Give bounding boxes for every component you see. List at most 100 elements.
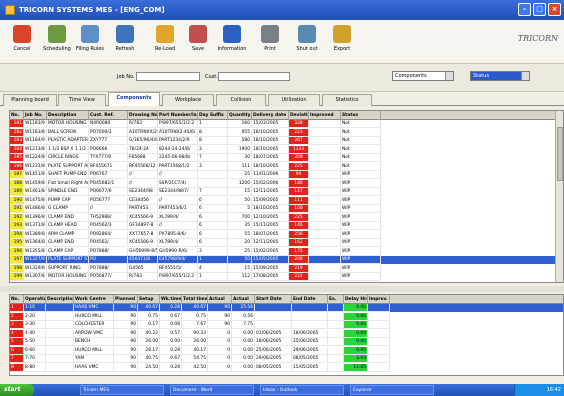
tab-workplace[interactable]: Workplace [162, 94, 214, 106]
maximize-button[interactable]: □ [533, 3, 546, 16]
vertical-scrollbar[interactable] [555, 111, 563, 282]
column-header[interactable]: Description [46, 295, 74, 304]
scroll-thumb[interactable] [557, 127, 563, 181]
toolbar-button-refresh[interactable]: Refresh [107, 23, 143, 61]
cust-filter-input[interactable] [218, 72, 290, 81]
column-header[interactable]: Delivery date [252, 111, 289, 120]
column-header[interactable]: Planned [114, 295, 138, 304]
tab-utilization[interactable]: Utilization [268, 94, 320, 106]
job-filter-input[interactable] [136, 72, 200, 81]
column-header[interactable]: No. [10, 111, 24, 120]
view-select[interactable]: Components [392, 71, 454, 81]
table-row[interactable]: 192 W1396/8 CLAMP END TH52988/XC45566-9 XL78… [10, 213, 563, 222]
close-button[interactable]: × [548, 3, 561, 16]
table-row[interactable]: 183W1184/9PLASTIC ADAPTER ARMZXY777G/365… [10, 137, 563, 145]
table-row[interactable]: 186W1231/8PLATE SUPPORT ARMBF455671BF455… [10, 162, 563, 171]
column-header[interactable]: Description [47, 111, 89, 120]
toolbar-button-scheduling[interactable]: Scheduling [39, 23, 75, 61]
column-header[interactable]: Actual [232, 295, 255, 304]
taskbar-item[interactable]: Document - Word [170, 385, 254, 395]
table-row[interactable]: 4 4-40 ARROW VMC 90 40.22 0.57 90.33 0 0.00 01/06… [10, 329, 563, 338]
column-header[interactable]: Day Suffix [198, 111, 228, 120]
table-row[interactable]: 198 W1329/8 SUPPORT RING PO7888/G4565 BF4555… [10, 264, 563, 273]
table-row[interactable]: 5 5-50 BENCH 90 26.00 0.00 26.00 0 0.00 18/06/200… [10, 338, 563, 346]
table-cell: TH52988/ [89, 213, 128, 222]
column-header[interactable]: Setup [138, 295, 160, 304]
table-row[interactable]: 197W1327/9PLATE SUPPORT STRAPPO456471/8E… [10, 256, 563, 264]
table-row[interactable]: 181 W1183/9 MOTOR HOUSING N4R0080 R/783 P/897… [10, 120, 563, 128]
column-header[interactable]: End Date [292, 295, 328, 304]
column-header[interactable]: Improved [309, 111, 341, 120]
start-button[interactable]: start [0, 384, 34, 396]
table-row[interactable]: 190 W1475/8 PUMP CAP PO56777 CE34456//6 50 15/… [10, 196, 563, 205]
taskbar-item[interactable]: Tricorn MES [80, 385, 164, 395]
table-row[interactable]: 3 3-30 COLCHESTER 90 0.17 0.08 7.67 90 7.75 0.00 [10, 321, 563, 329]
table-row[interactable]: 7 7-70 YAM 90 40.75 0.67 54.75 0 0.00 29/06/2005 0… [10, 355, 563, 363]
toolbar-button-print[interactable]: Print [252, 23, 288, 61]
table-row[interactable]: 196 W1355/8 CLAMP CAP PO7888/GH56999-8/5 GH5… [10, 247, 563, 256]
table-cell: ZXY777 [89, 137, 128, 145]
column-header[interactable]: Drawing No. [128, 111, 158, 120]
toolbar-button-save[interactable]: Save [180, 23, 216, 61]
table-cell: 0.00 [344, 329, 368, 338]
column-header[interactable]: Wk.time [160, 295, 182, 304]
column-header[interactable]: Operation [24, 295, 46, 304]
toolbar-button-information[interactable]: Information [214, 23, 250, 61]
column-header[interactable]: Total time [182, 295, 208, 304]
table-row[interactable]: 1 1-10 HAAS VMC 90 40.67 0.28 40.67 90 25.56 0.00 [10, 304, 563, 312]
column-header[interactable]: Work Centre [74, 295, 114, 304]
table-row[interactable]: 189 W1461/8 SPINDLE END PO6677/6 SE2344/98 SE… [10, 188, 563, 196]
grid-splitter[interactable] [0, 286, 564, 292]
toolbar-button-cancel[interactable]: Cancel [4, 23, 40, 61]
column-header[interactable]: Part Number/Issue [158, 111, 198, 120]
column-header[interactable]: Improv. [368, 295, 390, 304]
table-cell: // [158, 222, 198, 230]
table-row[interactable]: 6 6-60 HURCO MILL 90 28.17 0.28 40.17 0 0.00 25/0… [10, 346, 563, 355]
toolbar-button-shut-out[interactable]: Shut out [289, 23, 325, 61]
table-row[interactable]: 195 W1364/8 CLAMP END PO4562/XC45566-9 XL789… [10, 239, 563, 247]
taskbar-item[interactable]: Inbox - Outlook [260, 385, 344, 395]
tab-planning-board[interactable]: Planning board [3, 94, 57, 106]
toolbar-button-re-load[interactable]: Re-Load [147, 23, 183, 61]
tab-statistics[interactable]: Statistics [322, 94, 372, 106]
column-header[interactable]: Delay Hrs [344, 295, 368, 304]
table-row[interactable]: 2 2-20 HURCO MILL 90 0.75 0.67 0.75 90 0.56 0.00 [10, 312, 563, 321]
table-cell: W1371/8 [24, 222, 47, 230]
tab-collision[interactable]: Collision [216, 94, 266, 106]
toolbar-button-filing-rules[interactable]: Filing Rules [72, 23, 108, 61]
table-row[interactable]: 194 W1389/8 ARM CLAMP PO92864/XX77657-8 PX78… [10, 230, 563, 239]
table-cell: 3-30 [24, 321, 46, 329]
operations-grid[interactable]: No.OperationDescriptionWork CentrePlanne… [9, 294, 564, 376]
toolbar-button-export[interactable]: Export [324, 23, 360, 61]
tab-components[interactable]: Components [108, 92, 160, 106]
minimize-button[interactable]: – [518, 3, 531, 16]
table-cell: WIP [341, 196, 381, 205]
table-row[interactable]: 8 8-80 HAAS VMC 90 24.50 0.28 42.50 0 0.00 08/05/… [10, 363, 563, 372]
column-header[interactable]: No. [10, 295, 24, 304]
information-icon [223, 25, 241, 43]
table-row[interactable]: 187W1451/8SHAFT PUMP END CAPPO6767////25… [10, 171, 563, 179]
column-header[interactable]: Quantity [228, 111, 252, 120]
table-row[interactable]: 188W1459/8Flat Small Right Angle PlatePO… [10, 179, 563, 188]
table-cell: 0 [208, 355, 232, 363]
table-cell: PLASTIC ADAPTER ARM [47, 137, 89, 145]
column-header[interactable]: Ex. [328, 295, 344, 304]
column-header[interactable]: Deviation [289, 111, 309, 120]
table-row[interactable]: 199 W1307/8 MOTOR HOUSING PO56877/R/783 P/89… [10, 273, 563, 281]
toolbar-button-label: Information [217, 46, 247, 52]
table-row[interactable]: 191 W1486/8 G CLAMP//PART453 PART453/6/1 6 5 1… [10, 205, 563, 213]
status-select[interactable]: Status [470, 71, 530, 81]
taskbar-item[interactable]: Explorer [350, 385, 434, 395]
column-header[interactable]: Actual [208, 295, 232, 304]
column-header[interactable]: Cust. Ref. [89, 111, 128, 120]
tab-time-view[interactable]: Time View [58, 94, 106, 106]
table-row[interactable]: 182W1183/8BALL SCREWPO7000/3A10TRNXX/2-4… [10, 128, 563, 137]
components-grid[interactable]: No. Job No. Description Cust. Ref. Drawing N… [9, 110, 564, 283]
table-row[interactable]: 184W1213/81 1/2 BSP X 1 1/2 BSPPO666678/… [10, 145, 563, 154]
table-row[interactable]: 185 W1224/8 CIRCLE RINGS TYX777/9 F65688 2245… [10, 154, 563, 162]
column-header[interactable]: Start Date [255, 295, 292, 304]
column-header[interactable]: Status [341, 111, 381, 120]
table-cell: 24.50 [138, 363, 160, 372]
table-row[interactable]: 193 W1371/8 CLAMP HEAD PO4562/3 GF34897-8//6… [10, 222, 563, 230]
column-header[interactable]: Job No. [24, 111, 47, 120]
